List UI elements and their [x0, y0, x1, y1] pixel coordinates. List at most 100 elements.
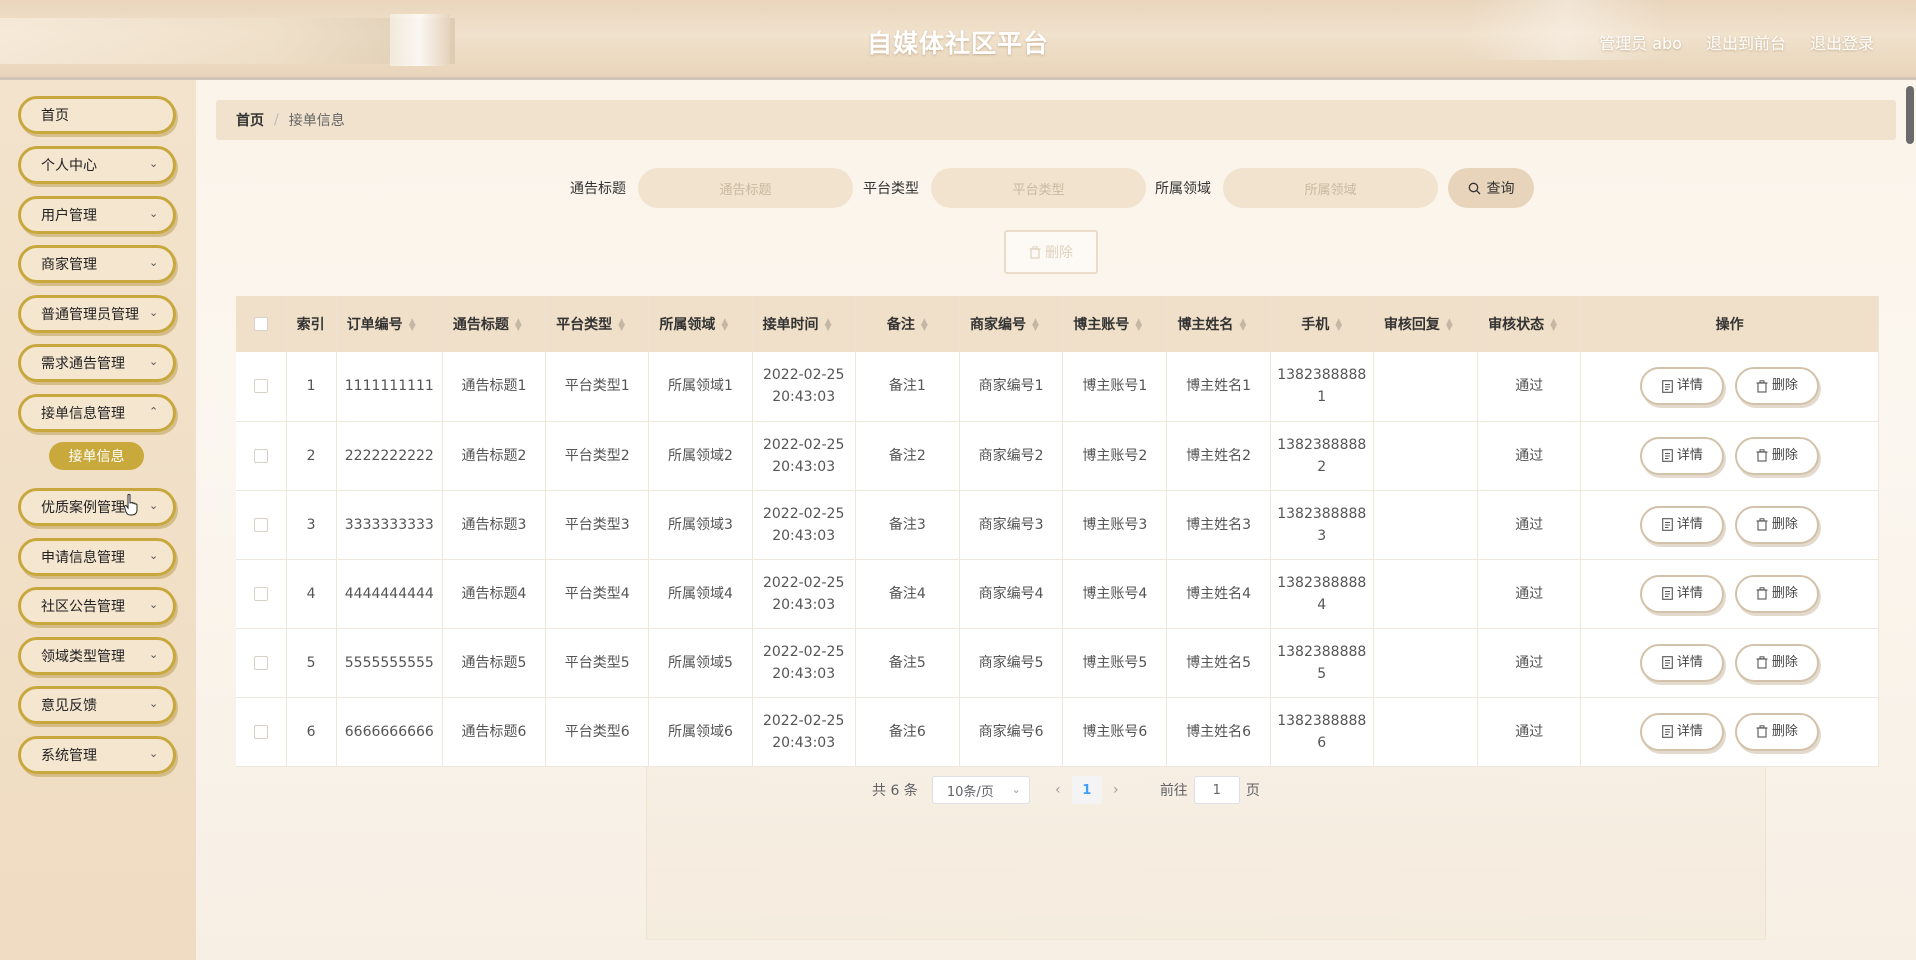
order-time: 20:43:03	[772, 458, 836, 475]
search-input-platform[interactable]: 平台类型	[931, 168, 1146, 208]
sort-icon[interactable]: ▲ ▼	[1239, 318, 1246, 333]
table-header-blogger-name[interactable]: 博主姓名 ▲ ▼	[1166, 296, 1271, 352]
sort-icon[interactable]: ▲ ▼	[825, 318, 832, 333]
table-header-notice-title[interactable]: 通告标题 ▲ ▼	[442, 296, 547, 352]
sort-icon[interactable]: ▲ ▼	[921, 318, 928, 333]
delete-button[interactable]: 删除	[1734, 643, 1819, 682]
sidebar-item-order-info-management[interactable]: 接单信息管理 ⌃	[18, 394, 176, 432]
cell-merchant-no: 商家编号4	[959, 559, 1064, 629]
sidebar-item-quality-case-management[interactable]: 优质案例管理 ⌄	[18, 488, 176, 526]
batch-delete-button[interactable]: 删除	[1004, 230, 1098, 274]
cell-blogger-name: 博主姓名5	[1166, 628, 1271, 698]
search-input-field[interactable]: 所属领域	[1223, 168, 1438, 208]
cell-index: 5	[286, 628, 337, 698]
back-to-front-link[interactable]: 退出到前台	[1706, 30, 1786, 54]
sidebar-item-home[interactable]: 首页	[18, 96, 176, 134]
delete-button[interactable]: 删除	[1734, 712, 1819, 751]
row-checkbox[interactable]	[253, 586, 268, 601]
sidebar-item-application-management[interactable]: 申请信息管理 ⌄	[18, 538, 176, 576]
delete-button[interactable]: 删除	[1734, 436, 1819, 475]
sort-icon[interactable]: ▲ ▼	[1032, 318, 1039, 333]
sort-icon[interactable]: ▲ ▼	[1335, 318, 1342, 333]
next-page-button[interactable]: ›	[1102, 782, 1130, 798]
row-checkbox[interactable]	[253, 448, 268, 463]
cell-order-time: 2022-02-25 20:43:03	[752, 559, 856, 629]
trash-icon	[1756, 380, 1768, 393]
table-header-review-status[interactable]: 审核状态 ▲ ▼	[1477, 296, 1582, 352]
admin-user-label[interactable]: 管理员 abo	[1599, 30, 1682, 54]
sort-icon[interactable]: ▲ ▼	[721, 318, 728, 333]
detail-button[interactable]: 详情	[1640, 367, 1725, 406]
row-checkbox[interactable]	[253, 655, 268, 670]
sidebar-subitem-order-info[interactable]: 接单信息	[49, 442, 144, 470]
table-header-merchant-no[interactable]: 商家编号 ▲ ▼	[959, 296, 1064, 352]
delete-button[interactable]: 删除	[1734, 574, 1819, 613]
detail-button[interactable]: 详情	[1640, 574, 1725, 613]
table-header-field[interactable]: 所属领域 ▲ ▼	[648, 296, 753, 352]
sidebar-item-demand-notice-management[interactable]: 需求通告管理 ⌄	[18, 344, 176, 382]
table-header-index: 索引	[286, 296, 337, 352]
table-header-note[interactable]: 备注 ▲ ▼	[855, 296, 961, 352]
sidebar-item-field-type-management[interactable]: 领域类型管理 ⌄	[18, 637, 176, 675]
sidebar-item-feedback[interactable]: 意见反馈 ⌄	[18, 686, 176, 724]
sort-icon[interactable]: ▲ ▼	[515, 318, 522, 333]
cell-blogger-name: 博主姓名2	[1166, 421, 1271, 491]
detail-button[interactable]: 详情	[1640, 643, 1725, 682]
cell-review-reply	[1373, 628, 1479, 698]
phone-part2: 4	[1317, 596, 1327, 613]
sidebar-item-personal-center[interactable]: 个人中心 ⌄	[18, 146, 176, 184]
detail-button-label: 详情	[1676, 654, 1703, 670]
breadcrumb-home[interactable]: 首页	[236, 110, 264, 130]
phone-part1: 1382388888	[1277, 712, 1367, 729]
sidebar-item-system-management[interactable]: 系统管理 ⌄	[18, 736, 176, 774]
page-size-select[interactable]: 10条/页 ⌄	[931, 776, 1030, 804]
cell-blogger-account: 博主账号1	[1062, 352, 1168, 422]
sort-icon[interactable]: ▲ ▼	[409, 318, 416, 333]
delete-button-label: 删除	[1771, 378, 1798, 394]
row-checkbox[interactable]	[253, 517, 268, 532]
sidebar-item-community-notice-management[interactable]: 社区公告管理 ⌄	[18, 587, 176, 625]
delete-button[interactable]: 删除	[1734, 367, 1819, 406]
phone-part2: 3	[1317, 527, 1327, 544]
cell-platform-type: 平台类型5	[545, 628, 650, 698]
breadcrumb-current: 接单信息	[288, 113, 345, 129]
logout-link[interactable]: 退出登录	[1810, 30, 1874, 54]
scrollbar[interactable]	[1906, 86, 1914, 144]
row-checkbox[interactable]	[253, 724, 268, 739]
table-header-phone[interactable]: 手机 ▲ ▼	[1270, 296, 1374, 352]
select-all-checkbox[interactable]	[253, 317, 268, 331]
sidebar-item-user-management[interactable]: 用户管理 ⌄	[18, 196, 176, 234]
breadcrumb-separator: /	[274, 112, 279, 128]
table-header-review-reply[interactable]: 审核回复 ▲ ▼	[1373, 296, 1479, 352]
table-header-blogger-account[interactable]: 博主账号 ▲ ▼	[1062, 296, 1168, 352]
delete-button[interactable]: 删除	[1734, 505, 1819, 544]
table-header-order-time[interactable]: 接单时间 ▲ ▼	[752, 296, 856, 352]
detail-button[interactable]: 详情	[1640, 712, 1725, 751]
goto-page-input[interactable]: 1	[1193, 776, 1240, 804]
search-input-title[interactable]: 通告标题	[638, 168, 853, 208]
sort-icon[interactable]: ▲ ▼	[1550, 318, 1557, 333]
cell-notice-title: 通告标题6	[442, 697, 547, 767]
row-checkbox[interactable]	[253, 379, 268, 394]
sort-icon[interactable]: ▲ ▼	[1135, 318, 1142, 333]
table-header-platform-type[interactable]: 平台类型 ▲ ▼	[545, 296, 650, 352]
prev-page-button[interactable]: ‹	[1044, 782, 1072, 798]
cell-platform-type: 平台类型2	[545, 421, 650, 491]
sidebar-item-merchant-management[interactable]: 商家管理 ⌄	[18, 245, 176, 283]
sidebar-item-admin-management[interactable]: 普通管理员管理 ⌄	[18, 295, 176, 333]
sort-icon[interactable]: ▲ ▼	[1446, 318, 1453, 333]
detail-button[interactable]: 详情	[1640, 436, 1725, 475]
sidebar-item-label: 系统管理	[41, 748, 97, 764]
table-header-order-no[interactable]: 订单编号 ▲ ▼	[336, 296, 443, 352]
cell-index: 4	[286, 559, 337, 629]
detail-button[interactable]: 详情	[1640, 505, 1725, 544]
page-number[interactable]: 1	[1071, 776, 1102, 804]
search-button[interactable]: 查询	[1448, 168, 1534, 208]
header-links: 管理员 abo 退出到前台 退出登录	[1599, 30, 1874, 54]
detail-button-label: 详情	[1676, 447, 1703, 463]
cell-review-status: 通过	[1477, 490, 1582, 560]
trash-icon	[1756, 656, 1768, 669]
sort-icon[interactable]: ▲ ▼	[618, 318, 625, 333]
cell-platform-type: 平台类型1	[545, 352, 650, 422]
sidebar-item-label: 优质案例管理	[41, 500, 125, 516]
